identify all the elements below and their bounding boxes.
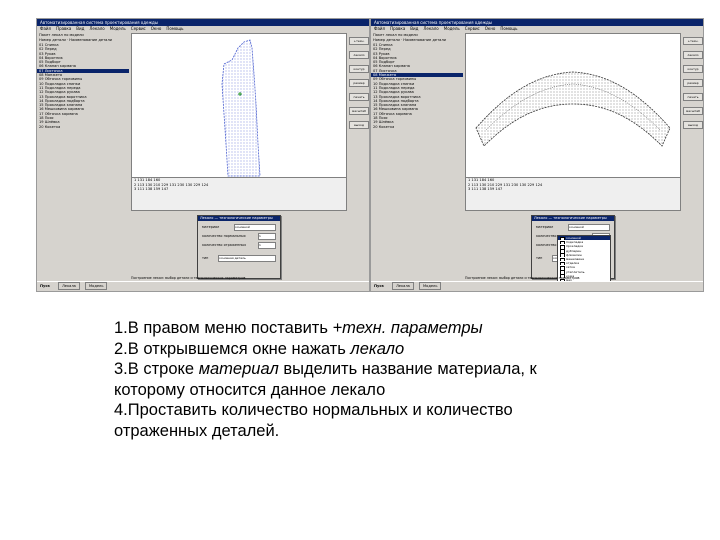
label-material: материал — [202, 225, 220, 229]
right-menu-button[interactable]: +техн. параметры — [683, 37, 703, 45]
menu-item[interactable]: Модель — [444, 26, 460, 31]
material-field[interactable]: основной — [234, 224, 276, 231]
pattern-list-panel: Пакет лекал по модели Номер детали · Наи… — [37, 33, 129, 279]
step-3-emphasis: материал — [198, 360, 279, 378]
step-4-continued: отраженных деталей. — [114, 421, 280, 440]
step-4: 4.Проставить количество нормальных и кол… — [114, 401, 513, 419]
right-menu-button[interactable]: печать — [683, 93, 703, 101]
menu-item[interactable]: Вид — [410, 26, 418, 31]
menu-item[interactable]: Окно — [151, 26, 162, 31]
label-type: тип — [536, 256, 543, 260]
tech-params-dialog: Лекало — технологические параметры матер… — [197, 215, 281, 279]
step-2: 2.В открывшемся окне нажать лекало — [114, 339, 634, 360]
material-field[interactable]: основной — [568, 224, 610, 231]
step-3-text: 3.В строке — [114, 360, 199, 378]
menu-item[interactable]: Сервис — [131, 26, 146, 31]
menu-item[interactable]: Лекало — [423, 26, 438, 31]
menu-item[interactable]: Сервис — [465, 26, 480, 31]
right-menu: +техн. параметры лекало контур размер печать… — [347, 33, 369, 279]
pattern-piece-collar — [475, 71, 671, 147]
command-console: 1 131 184 160 2 113 130 210 229 131 230 1… — [465, 177, 681, 211]
step-2-text: 2.В открывшемся окне нажать — [114, 339, 351, 358]
right-menu-button[interactable]: масштаб — [349, 107, 369, 115]
start-button[interactable]: Пуск — [37, 282, 53, 291]
mirrored-count-field[interactable]: 1 — [258, 242, 276, 249]
step-1-text: 1.В правом меню поставить — [114, 319, 333, 337]
menu-item[interactable]: Файл — [374, 26, 385, 31]
right-menu-button[interactable]: масштаб — [683, 107, 703, 115]
step-2-emphasis: лекало — [350, 339, 405, 358]
menu-item[interactable]: Правка — [390, 26, 405, 31]
window-title: Автоматизированная система проектировани… — [371, 19, 703, 26]
console-line: 3 111 138 159 147 — [134, 187, 169, 191]
menu-item[interactable]: Окно — [485, 26, 496, 31]
console-line: 3 111 138 159 147 — [468, 187, 503, 191]
taskbar-item-patterns[interactable]: Лекала — [392, 282, 414, 290]
taskbar: Пуск Лекала Модель — [371, 281, 703, 291]
menu-item[interactable]: Правка — [56, 26, 71, 31]
right-menu: +техн. параметры лекало контур размер печать… — [681, 33, 703, 279]
menu-item[interactable]: Файл — [40, 26, 51, 31]
right-menu-button[interactable]: печать — [349, 93, 369, 101]
step-3: 3.В строке материал выделить название ма… — [114, 359, 634, 380]
pattern-list-panel: Пакет лекал по модели Номер детали · Наи… — [371, 33, 463, 279]
pattern-piece-bodice — [221, 39, 261, 177]
right-menu-button[interactable]: размер — [683, 79, 703, 87]
command-console: 1 131 184 160 2 113 130 210 229 131 230 1… — [131, 177, 347, 211]
right-menu-button[interactable]: размер — [349, 79, 369, 87]
menu-item[interactable]: Модель — [110, 26, 126, 31]
right-menu-button[interactable]: контур — [349, 65, 369, 73]
checkbox-icon[interactable] — [560, 291, 565, 292]
dialog-title: Лекало — технологические параметры — [198, 216, 280, 221]
taskbar-item-model[interactable]: Модель — [419, 282, 442, 290]
menu-item[interactable]: Вид — [76, 26, 84, 31]
list-item[interactable]: 20 Кокетка — [37, 125, 129, 129]
drawing-canvas[interactable] — [131, 33, 347, 179]
drawing-canvas[interactable] — [465, 33, 681, 179]
normal-count-field[interactable]: 1 — [258, 233, 276, 240]
screenshot-left: Автоматизированная система проектировани… — [36, 18, 370, 292]
step-3-suffix: выделить название материала, к — [278, 360, 537, 378]
instructions-text: 1.В правом меню поставить +техн. парамет… — [114, 318, 634, 441]
taskbar-item-model[interactable]: Модель — [85, 282, 108, 290]
right-menu-button[interactable]: +техн. параметры — [349, 37, 369, 45]
label-mirrored: количество отраженных — [202, 243, 247, 247]
label-normal: количество нормальных — [202, 234, 246, 238]
menu-item[interactable]: Помощь — [166, 26, 183, 31]
menu-item[interactable]: Помощь — [500, 26, 517, 31]
right-menu-button[interactable]: лекало — [683, 51, 703, 59]
menu-item[interactable]: Лекало — [89, 26, 104, 31]
window-title: Автоматизированная система проектировани… — [37, 19, 369, 26]
screenshot-right: Автоматизированная система проектировани… — [370, 18, 704, 292]
type-field[interactable]: основная деталь — [218, 255, 276, 262]
label-material: материал — [536, 225, 554, 229]
menu-bar[interactable]: Файл Правка Вид Лекало Модель Сервис Окно Помощ… — [37, 26, 369, 32]
list-item[interactable]: 20 Кокетка — [371, 125, 463, 129]
step-1-emphasis: +техн. параметры — [332, 319, 483, 337]
right-menu-button[interactable]: лекало — [349, 51, 369, 59]
right-menu-button[interactable]: выход — [683, 121, 703, 129]
dialog-title: Лекало — технологические параметры — [532, 216, 614, 221]
right-menu-button[interactable]: контур — [683, 65, 703, 73]
taskbar: Пуск Лекала Модель — [37, 281, 369, 291]
start-button[interactable]: Пуск — [371, 282, 387, 291]
menu-bar[interactable]: Файл Правка Вид Лекало Модель Сервис Окно Помощ… — [371, 26, 703, 32]
step-1: 1.В правом меню поставить +техн. парамет… — [114, 318, 634, 339]
taskbar-item-patterns[interactable]: Лекала — [58, 282, 80, 290]
right-menu-button[interactable]: выход — [349, 121, 369, 129]
label-type: тип — [202, 256, 209, 260]
step-3-continued: которому относится данное лекало — [114, 380, 386, 399]
